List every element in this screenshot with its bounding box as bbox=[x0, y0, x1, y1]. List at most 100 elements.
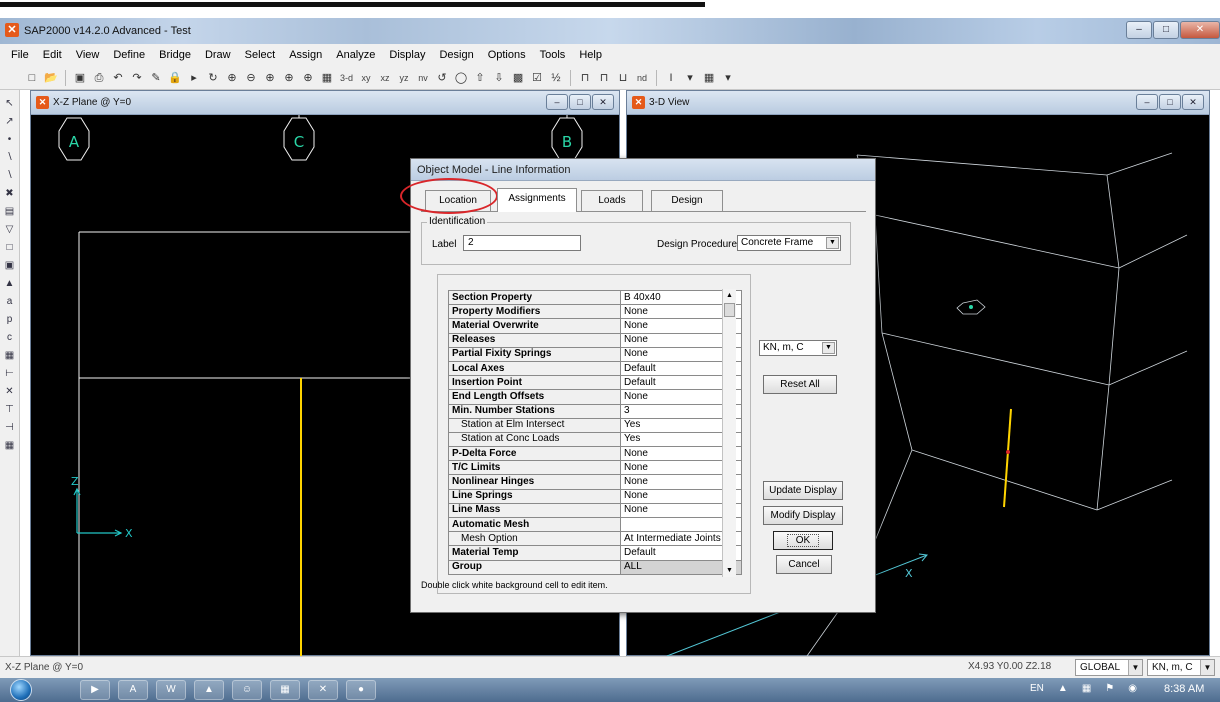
table-row[interactable]: Material Temp Default bbox=[448, 545, 742, 561]
table-row[interactable]: Local Axes Default bbox=[448, 360, 742, 377]
pointer-icon[interactable]: ↖ bbox=[2, 96, 18, 111]
status-units-select[interactable]: KN, m, C ▼ bbox=[1147, 659, 1215, 676]
frame-multi-icon[interactable]: ⊓ bbox=[596, 70, 612, 86]
modify-display-button[interactable]: Modify Display bbox=[763, 506, 843, 525]
table-row[interactable]: Line Mass None bbox=[448, 502, 742, 519]
messenger-icon[interactable]: ☺ bbox=[232, 680, 262, 700]
select-all-icon[interactable]: a bbox=[2, 294, 18, 309]
panel-close-button[interactable]: ✕ bbox=[592, 94, 614, 110]
table-row[interactable]: Automatic Mesh bbox=[448, 516, 742, 533]
frame-draw-icon[interactable]: ∖ bbox=[2, 150, 18, 165]
area-rect-icon[interactable]: □ bbox=[2, 240, 18, 255]
media-player-icon[interactable]: ▶ bbox=[80, 680, 110, 700]
table-row[interactable]: P-Delta Force None bbox=[448, 446, 742, 462]
table-row[interactable]: Section Property B 40x40 bbox=[448, 289, 742, 306]
menu-design[interactable]: Design bbox=[432, 49, 480, 61]
section-cut-icon[interactable]: ▤ bbox=[2, 204, 18, 219]
design-procedure-select[interactable]: Concrete Frame ▼ bbox=[737, 235, 841, 251]
tab-design[interactable]: Design bbox=[651, 190, 723, 211]
down-arrow-icon[interactable]: ⇩ bbox=[491, 70, 507, 86]
menu-analyze[interactable]: Analyze bbox=[329, 49, 382, 61]
open-folder-icon[interactable]: 📂 bbox=[43, 70, 59, 86]
menu-file[interactable]: File bbox=[4, 49, 36, 61]
new-file-icon[interactable]: □ bbox=[24, 70, 40, 86]
minimize-button[interactable]: – bbox=[1126, 21, 1152, 39]
snap-midpoint-icon[interactable]: ⊢ bbox=[2, 366, 18, 381]
menu-define[interactable]: Define bbox=[106, 49, 152, 61]
restore-button[interactable]: □ bbox=[1153, 21, 1179, 39]
up-arrow-icon[interactable]: ⇧ bbox=[472, 70, 488, 86]
table-row[interactable]: Releases None bbox=[448, 332, 742, 348]
menu-options[interactable]: Options bbox=[481, 49, 533, 61]
view-3d-button[interactable]: 3-d bbox=[338, 70, 355, 86]
sap2000-task-icon[interactable]: ✕ bbox=[308, 680, 338, 700]
table-row[interactable]: End Length Offsets None bbox=[448, 389, 742, 405]
taskbar-clock[interactable]: 8:38 AM bbox=[1164, 683, 1204, 695]
menu-view[interactable]: View bbox=[69, 49, 107, 61]
reset-all-button[interactable]: Reset All bbox=[763, 375, 837, 394]
menu-draw[interactable]: Draw bbox=[198, 49, 238, 61]
network-icon[interactable]: ▦ bbox=[1082, 683, 1091, 694]
zoom-out-icon[interactable]: ⊖ bbox=[243, 70, 259, 86]
view-nv-button[interactable]: nv bbox=[415, 70, 431, 86]
link-icon[interactable]: ✖ bbox=[2, 186, 18, 201]
close-button[interactable]: ✕ bbox=[1180, 21, 1220, 39]
assignments-scrollbar[interactable]: ▲ ▼ bbox=[722, 289, 736, 577]
scroll-down-icon[interactable]: ▼ bbox=[723, 564, 736, 577]
explorer-folder-icon[interactable]: ▦ bbox=[270, 680, 300, 700]
status-ring-icon[interactable]: ◉ bbox=[1128, 683, 1137, 694]
menu-select[interactable]: Select bbox=[238, 49, 283, 61]
nd-button[interactable]: nd bbox=[634, 70, 650, 86]
table-row[interactable]: Min. Number Stations 3 bbox=[448, 403, 742, 419]
panel-close-button[interactable]: ✕ bbox=[1182, 94, 1204, 110]
zoom-full-icon[interactable]: ⊕ bbox=[262, 70, 278, 86]
set-display-icon[interactable]: ☑ bbox=[529, 70, 545, 86]
menu-tools[interactable]: Tools bbox=[533, 49, 573, 61]
table-row[interactable]: Property Modifiers None bbox=[448, 304, 742, 320]
run-icon[interactable]: ▸ bbox=[186, 70, 202, 86]
table-row[interactable]: Partial Fixity Springs None bbox=[448, 346, 742, 362]
display-options-icon[interactable]: ▦ bbox=[701, 70, 717, 86]
previous-select-icon[interactable]: p bbox=[2, 312, 18, 327]
rubberband-zoom-icon[interactable]: ↻ bbox=[205, 70, 221, 86]
table-row[interactable]: Mesh Option At Intermediate Joints bbox=[448, 531, 742, 547]
zoom-prev-icon[interactable]: ⊕ bbox=[281, 70, 297, 86]
table-row[interactable]: Station at Conc Loads Yes bbox=[448, 431, 742, 448]
rotate-icon[interactable]: ↺ bbox=[434, 70, 450, 86]
dropdown-arrow-icon[interactable]: ▾ bbox=[682, 70, 698, 86]
word-icon[interactable]: W bbox=[156, 680, 186, 700]
table-row[interactable]: Insertion Point Default bbox=[448, 375, 742, 391]
table-row[interactable]: T/C Limits None bbox=[448, 460, 742, 476]
picture-icon[interactable]: ▲ bbox=[194, 680, 224, 700]
chevron-down-icon[interactable]: ▼ bbox=[822, 342, 835, 354]
pan-icon[interactable]: ⊕ bbox=[300, 70, 316, 86]
language-indicator[interactable]: EN bbox=[1030, 683, 1044, 694]
perspective-icon[interactable]: ◯ bbox=[453, 70, 469, 86]
view-xz-button[interactable]: xz bbox=[377, 70, 393, 86]
save-icon[interactable]: ▣ bbox=[72, 70, 88, 86]
coord-system-select[interactable]: GLOBAL ▼ bbox=[1075, 659, 1143, 676]
units-select[interactable]: KN, m, C ▼ bbox=[759, 340, 837, 356]
flag-icon[interactable]: ⚑ bbox=[1105, 683, 1114, 694]
tab-loads[interactable]: Loads bbox=[581, 190, 643, 211]
scroll-up-icon[interactable]: ▲ bbox=[723, 289, 736, 302]
chevron-down-icon[interactable]: ▼ bbox=[1128, 660, 1142, 675]
panel-restore-button[interactable]: □ bbox=[1159, 94, 1181, 110]
snap-line-icon[interactable]: ⊣ bbox=[2, 420, 18, 435]
panel-minimize-button[interactable]: – bbox=[546, 94, 568, 110]
table-row[interactable]: Material Overwrite None bbox=[448, 318, 742, 334]
chevron-down-icon[interactable]: ▼ bbox=[1200, 660, 1214, 675]
refresh-icon[interactable]: ▦ bbox=[319, 70, 335, 86]
print-icon[interactable]: ⎙ bbox=[91, 70, 107, 86]
area-poly-icon[interactable]: ▽ bbox=[2, 222, 18, 237]
scroll-thumb[interactable] bbox=[724, 303, 735, 317]
zoom-in-icon[interactable]: ⊕ bbox=[224, 70, 240, 86]
view-yz-button[interactable]: yz bbox=[396, 70, 412, 86]
panel-minimize-button[interactable]: – bbox=[1136, 94, 1158, 110]
menu-bridge[interactable]: Bridge bbox=[152, 49, 198, 61]
table-row[interactable]: Group ALL bbox=[448, 559, 742, 575]
object-shrink-icon[interactable]: ▩ bbox=[510, 70, 526, 86]
brace-icon[interactable]: ⊔ bbox=[615, 70, 631, 86]
redo-icon[interactable]: ↷ bbox=[129, 70, 145, 86]
undo-icon[interactable]: ↶ bbox=[110, 70, 126, 86]
